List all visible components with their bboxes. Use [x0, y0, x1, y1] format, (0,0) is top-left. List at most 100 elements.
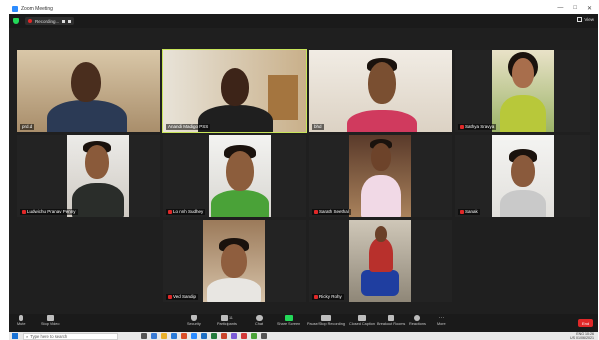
video-camera-icon	[46, 315, 54, 321]
chat-button[interactable]: Chat	[255, 315, 263, 326]
video-feed	[163, 50, 306, 132]
participant-figure	[207, 278, 261, 302]
mic-muted-icon	[314, 210, 318, 214]
gallery-view-icon	[577, 17, 583, 22]
participants-icon	[220, 315, 228, 321]
participant-face	[226, 151, 254, 191]
breakout-rooms-button[interactable]: Breakout Rooms	[377, 315, 405, 326]
participant-tile[interactable]: Ved Sandip	[163, 220, 306, 302]
shield-icon[interactable]	[13, 18, 19, 24]
share-screen-button[interactable]: Share Screen	[277, 315, 300, 326]
meeting-top-bar: Recording... View	[9, 14, 598, 28]
video-feed	[209, 135, 271, 217]
end-meeting-button[interactable]: End	[578, 319, 593, 327]
app-icon[interactable]	[251, 333, 257, 339]
system-tray[interactable]: ENG 10:26 US 01/06/2021	[570, 332, 594, 340]
excel-icon[interactable]	[211, 333, 217, 339]
mic-muted-icon	[460, 210, 464, 214]
chrome-icon[interactable]	[181, 333, 187, 339]
participant-tile[interactable]: Sarath Seethal	[309, 135, 452, 217]
security-button[interactable]: Security	[187, 315, 201, 326]
participant-face	[71, 62, 101, 102]
participant-face	[511, 155, 535, 187]
browser-icon[interactable]	[151, 333, 157, 339]
search-icon: ⌕	[26, 333, 29, 339]
participant-name: Ved Sandip	[166, 294, 199, 300]
video-feed	[492, 135, 554, 217]
motorbike	[361, 270, 399, 296]
edge-icon[interactable]	[171, 333, 177, 339]
windows-taskbar: ⌕ Type here to search ENG 10:26 US 01/06…	[9, 332, 598, 340]
stop-icon[interactable]	[68, 19, 72, 23]
background-shelf	[268, 75, 298, 120]
pause-icon[interactable]	[62, 19, 66, 23]
recording-indicator[interactable]: Recording...	[25, 17, 75, 25]
participant-face	[85, 145, 109, 179]
recording-icon	[321, 315, 331, 321]
participant-tile[interactable]: Sathya Sravya	[455, 50, 590, 132]
more-button[interactable]: ··· More	[437, 315, 446, 326]
closed-caption-button[interactable]: Closed Caption	[349, 315, 375, 326]
taskbar-pinned-apps	[141, 333, 267, 339]
participant-tile[interactable]: Sanak	[455, 135, 590, 217]
task-view-icon[interactable]	[141, 333, 147, 339]
file-explorer-icon[interactable]	[161, 333, 167, 339]
participant-tile[interactable]: Lo nnh Sudhey	[163, 135, 306, 217]
zoom-logo-icon	[12, 6, 18, 12]
participant-figure	[211, 190, 269, 217]
closed-caption-icon	[357, 315, 366, 321]
video-feed	[349, 135, 411, 217]
mic-muted-icon	[460, 125, 464, 129]
video-feed	[203, 220, 265, 302]
participant-face	[221, 68, 249, 106]
app-icon[interactable]	[241, 333, 247, 339]
title-bar: Zoom Meeting — □ ✕	[9, 4, 598, 14]
view-button[interactable]: View	[577, 17, 594, 22]
participant-tile[interactable]: Ludwichu Pranav Penny	[17, 135, 160, 217]
stop-video-button[interactable]: Stop Video	[41, 315, 60, 326]
participant-name: prd.d	[20, 124, 35, 130]
microphone-icon	[19, 315, 24, 321]
video-feed	[349, 220, 411, 302]
participant-tile[interactable]: bhd	[309, 50, 452, 132]
participant-name: bhd	[312, 124, 324, 130]
shield-icon	[190, 315, 197, 321]
word-icon[interactable]	[201, 333, 207, 339]
video-feed	[17, 50, 160, 132]
powerpoint-icon[interactable]	[221, 333, 227, 339]
mute-button[interactable]: Mute	[17, 315, 25, 326]
taskbar-search-box[interactable]: ⌕ Type here to search	[23, 332, 118, 340]
participant-tile-active-speaker[interactable]: Anandi Madigo PSS	[162, 49, 307, 133]
pause-stop-recording-button[interactable]: Pause/Stop Recording	[307, 315, 345, 326]
participant-name: Anandi Madigo PSS	[166, 124, 211, 130]
smiley-icon	[414, 315, 421, 321]
participant-name: Sathya Sravya	[458, 124, 497, 130]
participants-button[interactable]: 11 Participants	[217, 315, 237, 326]
participant-figure	[347, 110, 417, 132]
mic-muted-icon	[22, 210, 26, 214]
mic-muted-icon	[168, 210, 172, 214]
close-button[interactable]: ✕	[587, 5, 592, 12]
clock-date: 01/06/2021	[576, 336, 594, 340]
record-dot-icon	[28, 19, 32, 23]
windows-start-icon[interactable]	[12, 333, 18, 339]
participant-tile[interactable]: Ricky Rohy	[309, 220, 452, 302]
share-screen-icon	[284, 315, 293, 321]
zoom-app-icon[interactable]	[191, 333, 197, 339]
participant-figure	[500, 95, 546, 132]
app-icon[interactable]	[231, 333, 237, 339]
participant-name: Sanak	[458, 209, 480, 215]
video-feed	[309, 50, 452, 132]
participant-name: Sarath Seethal	[312, 209, 351, 215]
zoom-window: Zoom Meeting — □ ✕ Recording... View prd…	[9, 4, 598, 340]
maximize-button[interactable]: □	[573, 5, 577, 12]
minimize-button[interactable]: —	[557, 5, 563, 12]
reactions-button[interactable]: Reactions	[409, 315, 426, 326]
search-placeholder: Type here to search	[30, 333, 68, 339]
app-icon[interactable]	[261, 333, 267, 339]
mic-muted-icon	[168, 295, 172, 299]
window-title: Zoom Meeting	[21, 6, 53, 12]
participant-face	[512, 58, 534, 88]
participant-tile[interactable]: prd.d	[17, 50, 160, 132]
participant-face	[375, 226, 387, 242]
